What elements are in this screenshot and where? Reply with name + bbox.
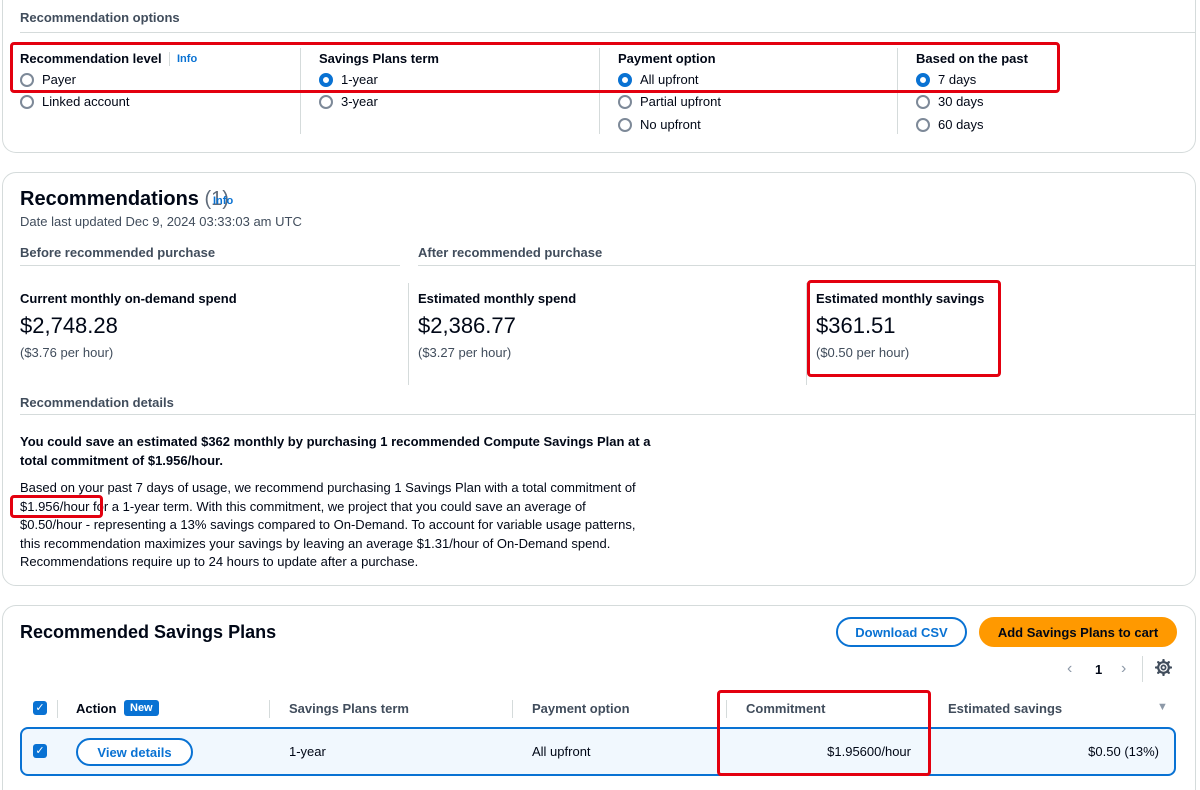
page-number[interactable]: 1 <box>1095 662 1102 677</box>
cell-payment: All upfront <box>532 744 591 759</box>
chevron-right-icon[interactable]: › <box>1121 660 1126 678</box>
metric-label: Estimated monthly savings <box>816 291 985 306</box>
metric-value: $2,748.28 <box>20 313 118 338</box>
radio-circle <box>916 94 930 109</box>
metric-label: Current monthly on-demand spend <box>20 291 237 306</box>
recommendation-headline: You could save an estimated $362 monthly… <box>20 434 651 468</box>
metric-label: Estimated monthly spend <box>418 291 577 306</box>
savings-plans-title: Recommended Savings Plans <box>20 622 277 642</box>
date-last-updated: Date last updated Dec 9, 2024 03:33:03 a… <box>20 214 302 229</box>
select-all-checkbox[interactable]: ✓ <box>33 701 47 715</box>
recommendation-body: Based on your past 7 days of usage, we r… <box>20 480 636 569</box>
radio-linked-account[interactable]: Linked account <box>20 94 129 109</box>
recommendations-title: Recommendations (1) <box>20 188 229 210</box>
divider <box>726 700 727 718</box>
based-on-past-label: Based on the past <box>916 51 1028 66</box>
radio-partial-upfront[interactable]: Partial upfront <box>618 94 721 109</box>
radio-7-days[interactable]: 7 days <box>916 72 976 87</box>
column-header-term[interactable]: Savings Plans term <box>289 701 409 716</box>
divider <box>512 700 513 718</box>
radio-payer[interactable]: Payer <box>20 72 76 87</box>
divider <box>418 265 1196 266</box>
radio-circle <box>618 94 632 109</box>
add-to-cart-button[interactable]: Add Savings Plans to cart <box>979 617 1177 647</box>
metric-value: $2,386.77 <box>418 313 516 338</box>
divider <box>20 414 1196 415</box>
sort-down-icon[interactable]: ▼ <box>1157 701 1168 713</box>
metric-sub: ($3.27 per hour) <box>418 345 512 360</box>
view-details-button[interactable]: View details <box>76 738 193 766</box>
radio-circle <box>20 94 34 109</box>
divider <box>408 283 409 385</box>
divider <box>1142 656 1143 682</box>
download-csv-button[interactable]: Download CSV <box>836 617 967 647</box>
radio-1-year[interactable]: 1-year <box>319 72 378 87</box>
after-purchase-label: After recommended purchase <box>418 245 603 260</box>
radio-circle <box>618 117 632 132</box>
radio-60-days[interactable]: 60 days <box>916 117 984 132</box>
radio-circle <box>916 72 930 87</box>
radio-no-upfront[interactable]: No upfront <box>618 117 701 132</box>
chevron-left-icon[interactable]: ‹ <box>1067 660 1072 678</box>
column-header-payment[interactable]: Payment option <box>532 701 630 716</box>
radio-30-days[interactable]: 30 days <box>916 94 984 109</box>
divider <box>20 32 1196 33</box>
radio-all-upfront[interactable]: All upfront <box>618 72 699 87</box>
row-checkbox[interactable]: ✓ <box>33 744 47 758</box>
radio-circle <box>319 94 333 109</box>
radio-circle <box>20 72 34 87</box>
cell-savings: $0.50 (13%) <box>1088 744 1159 759</box>
divider <box>897 48 898 134</box>
divider <box>169 52 170 66</box>
column-header-commitment[interactable]: Commitment <box>746 701 825 716</box>
info-link[interactable]: Info <box>213 195 233 207</box>
column-header-action[interactable]: Action <box>76 701 116 716</box>
metric-sub: ($0.50 per hour) <box>816 345 910 360</box>
section-title-options: Recommendation options <box>20 10 180 25</box>
radio-3-year[interactable]: 3-year <box>319 94 378 109</box>
recommendation-level-label: Recommendation level <box>20 51 162 66</box>
savings-plans-term-label: Savings Plans term <box>319 51 439 66</box>
radio-circle <box>618 72 632 87</box>
cell-commitment: $1.95600/hour <box>827 744 911 759</box>
new-badge: New <box>124 700 159 716</box>
divider <box>599 48 600 134</box>
recommendation-details-label: Recommendation details <box>20 395 174 410</box>
divider <box>269 700 270 718</box>
before-purchase-label: Before recommended purchase <box>20 245 216 260</box>
divider <box>57 700 58 718</box>
divider <box>300 48 301 134</box>
radio-circle <box>319 72 333 87</box>
payment-option-label: Payment option <box>618 51 716 66</box>
cell-term: 1-year <box>289 744 326 759</box>
metric-sub: ($3.76 per hour) <box>20 345 114 360</box>
divider <box>20 265 400 266</box>
radio-circle <box>916 117 930 132</box>
info-link[interactable]: Info <box>177 53 197 65</box>
column-header-savings[interactable]: Estimated savings <box>948 701 1062 716</box>
divider <box>806 283 807 385</box>
gear-icon[interactable] <box>1154 658 1173 679</box>
metric-value: $361.51 <box>816 313 896 338</box>
